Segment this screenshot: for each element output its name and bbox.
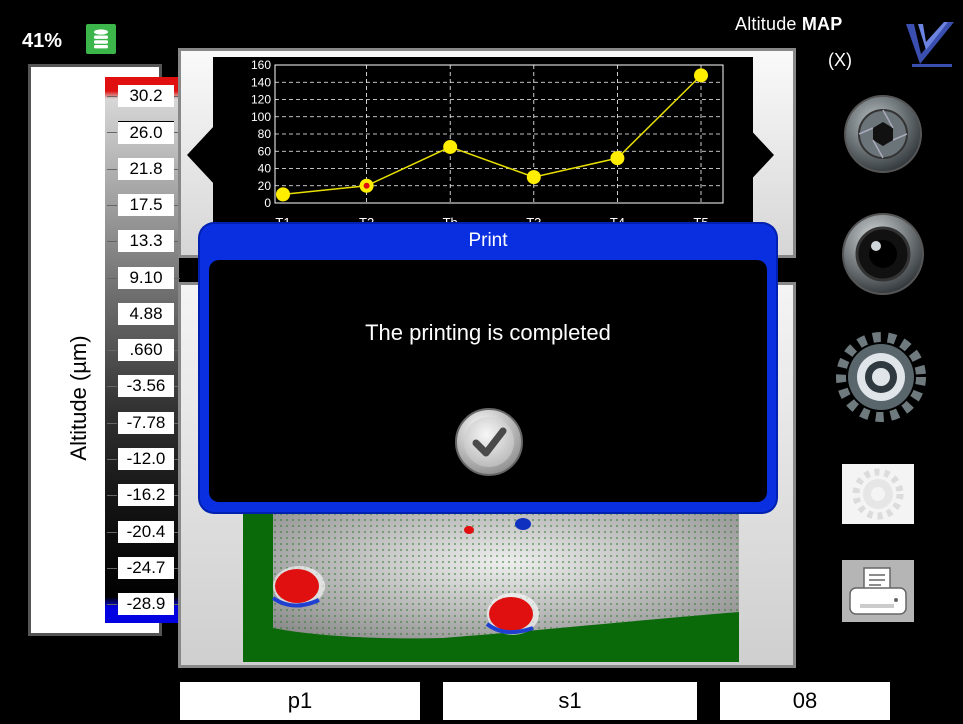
screen-title-bold: MAP [801,14,843,34]
chart-data-point-marker [363,182,370,189]
scale-tick [107,422,117,424]
profile-chart-svg: 160140120100806040200T1 T2 Th T3 T4 T5 [251,58,724,230]
altitude-scale-label: -24.7 [118,556,174,579]
altitude-scale-label: -28.9 [118,593,174,616]
altitude-scale-label: -20.4 [118,520,174,543]
print-dialog: Print The printing is completed [200,224,776,512]
chart-y-tick-label: 100 [251,110,271,124]
altitude-scale-label: -16.2 [118,484,174,507]
printer-icon[interactable] [842,560,914,622]
chart-y-tick-label: 160 [251,58,271,72]
altitude-scale-label: 9.10 [118,266,174,289]
scale-tick [107,168,117,170]
dialog-message: The printing is completed [365,320,611,345]
altitude-scale-label: .660 [118,339,174,362]
chart-prev-arrow-icon[interactable] [187,125,215,185]
chart-data-point [526,170,541,185]
scale-tick [107,132,117,134]
altitude-scale-label: 21.8 [118,157,174,180]
scale-tick [107,204,117,206]
scale-tick [107,241,117,243]
field-s1[interactable]: s1 [443,682,697,720]
camera-shutter-icon[interactable] [836,94,930,174]
field-p1[interactable]: p1 [180,682,420,720]
chart-y-tick-label: 120 [251,93,271,107]
altitude-scale-label: 4.88 [118,302,174,325]
altitude-scale-label: 30.2 [118,85,174,107]
chart-y-tick-label: 80 [258,127,272,141]
scale-tick [107,495,117,497]
screen-title: Altitude MAP [735,14,842,35]
checkmark-logo-icon [906,22,954,67]
chart-y-tick-label: 140 [251,75,271,89]
close-button[interactable]: (X) [828,50,852,71]
altitude-scale-label: 17.5 [118,193,174,216]
altitude-scale-label: -3.56 [118,375,174,398]
database-icon [86,24,116,54]
scale-tick [107,459,117,460]
scale-tick [107,350,117,352]
chart-data-point [694,68,708,83]
scale-tick [107,567,117,569]
scale-tick [107,386,117,388]
gear-icon[interactable] [832,330,930,424]
dialog-title: Print [468,230,508,251]
ok-check-icon[interactable] [435,388,543,496]
scale-tick [107,277,117,279]
scale-tick [107,604,117,606]
altitude-scale-label: 26.0 [118,121,174,145]
chart-data-point [276,187,290,202]
altitude-scale-label: -12.0 [118,448,174,470]
chart-y-tick-label: 20 [258,179,272,193]
chart-y-tick-label: 60 [258,144,272,158]
altitude-map-image [243,500,739,662]
gear-disabled-icon[interactable] [842,464,914,524]
scale-tick [174,277,180,279]
altitude-scale-label: 13.3 [118,230,174,253]
dialog-body: The printing is completed [209,260,767,502]
field-08[interactable]: 08 [720,682,890,720]
battery-percentage: 41% [22,30,63,52]
screen-title-prefix: Altitude [735,14,797,34]
scale-tick [107,313,117,315]
camera-lens-icon[interactable] [836,212,930,296]
altitude-axis-title: Altitude (µm) [66,335,91,461]
altitude-scale: Altitude (µm) 30.2 26.0 21.8 17.5 13.3 9.10 4.… [28,64,180,636]
scale-tick [107,96,117,97]
chart-data-point [610,151,625,166]
profile-chart: 160 140 120 100 80 60 40 20 0 T1 T2 Th T3 T4 T5 [213,57,753,247]
chart-data-point [443,139,458,154]
chart-y-tick-label: 0 [264,196,271,210]
chart-y-tick-label: 40 [258,162,272,176]
scale-tick [107,531,117,533]
altitude-scale-label: -7.78 [118,411,174,434]
